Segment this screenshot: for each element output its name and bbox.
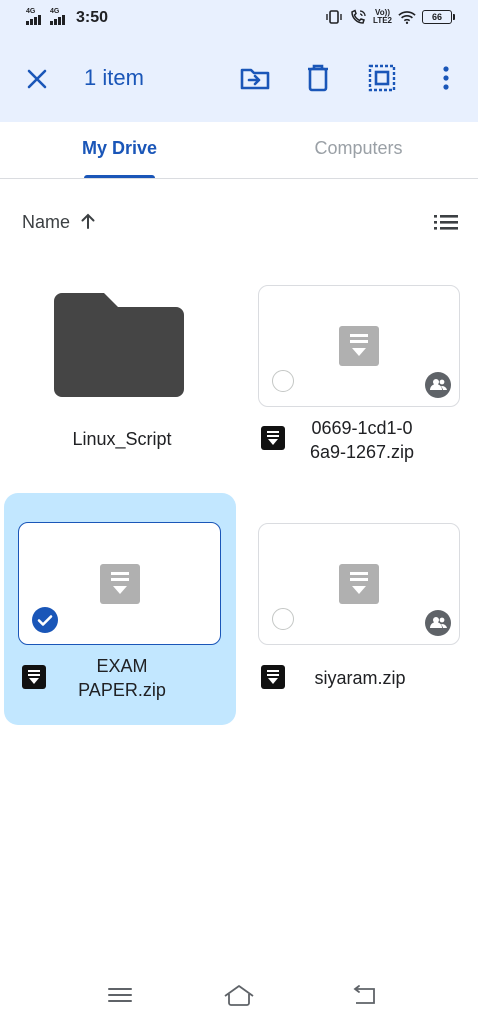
zip-file-icon — [339, 564, 379, 604]
lte-label: LTE2 — [373, 16, 392, 25]
network-type-sim2: 4G — [50, 8, 60, 15]
shared-icon — [425, 610, 451, 636]
grid-item-file[interactable] — [258, 285, 460, 407]
network-type-sim1: 4G — [26, 8, 36, 15]
wifi-icon — [398, 11, 416, 25]
battery-level: 66 — [431, 12, 442, 22]
item-name-line2: PAPER.zip — [78, 680, 166, 700]
grid-item-file[interactable] — [258, 523, 460, 645]
menu-icon[interactable] — [103, 980, 137, 1010]
zip-file-icon — [339, 326, 379, 366]
system-nav-bar — [0, 970, 478, 1024]
home-icon[interactable] — [222, 980, 256, 1010]
status-right: Vo)) LTE2 66 — [325, 9, 455, 25]
status-bar: 4G 4G 3:50 Vo)) LTE2 66 — [0, 0, 478, 38]
select-checkbox[interactable] — [272, 608, 294, 630]
sort-by-name[interactable]: Name — [22, 212, 70, 233]
close-icon[interactable] — [22, 64, 52, 94]
zip-file-type-icon — [261, 426, 285, 450]
tab-computers[interactable]: Computers — [239, 122, 478, 178]
grid-item-file-selected[interactable] — [18, 522, 221, 645]
zip-file-icon — [99, 563, 140, 604]
item-name-line1: EXAM — [96, 656, 148, 676]
zip-file-type-icon — [261, 665, 285, 689]
vibrate-icon — [326, 10, 342, 24]
item-name: siyaram.zip — [314, 668, 406, 688]
list-view-icon[interactable] — [432, 210, 460, 234]
item-name-line1: 0669-1cd1-0 — [311, 418, 413, 438]
signal-icon-sim2: 4G — [50, 8, 70, 25]
checked-circle-icon[interactable] — [31, 606, 59, 634]
more-vert-icon[interactable] — [430, 62, 462, 94]
selection-toolbar: 1 item — [0, 38, 478, 122]
selection-count: 1 item — [84, 65, 144, 90]
item-name-line2: 6a9-1267.zip — [309, 442, 415, 462]
drive-tabs: My Drive Computers — [0, 122, 478, 179]
item-name: Linux_Script — [72, 429, 172, 449]
clock: 3:50 — [76, 9, 109, 26]
move-to-folder-icon[interactable] — [239, 62, 271, 94]
wifi-calling-icon — [351, 9, 366, 24]
folder-icon — [54, 293, 184, 397]
volte-indicator: Vo)) LTE2 — [373, 9, 392, 25]
sort-row: Name — [0, 200, 478, 244]
back-icon[interactable] — [347, 980, 381, 1010]
delete-icon[interactable] — [302, 62, 334, 94]
signal-icon-sim1: 4G — [26, 8, 46, 25]
zip-file-type-icon — [22, 665, 46, 689]
select-all-icon[interactable] — [366, 62, 398, 94]
grid-item-folder[interactable]: Linux_Script — [20, 285, 220, 465]
arrow-up-icon[interactable] — [79, 212, 97, 230]
select-checkbox[interactable] — [272, 370, 294, 392]
tab-my-drive[interactable]: My Drive — [0, 122, 239, 178]
shared-icon — [425, 372, 451, 398]
active-tab-indicator — [84, 175, 155, 178]
status-left: 4G 4G 3:50 — [26, 8, 109, 27]
battery-icon: 66 — [422, 10, 455, 24]
